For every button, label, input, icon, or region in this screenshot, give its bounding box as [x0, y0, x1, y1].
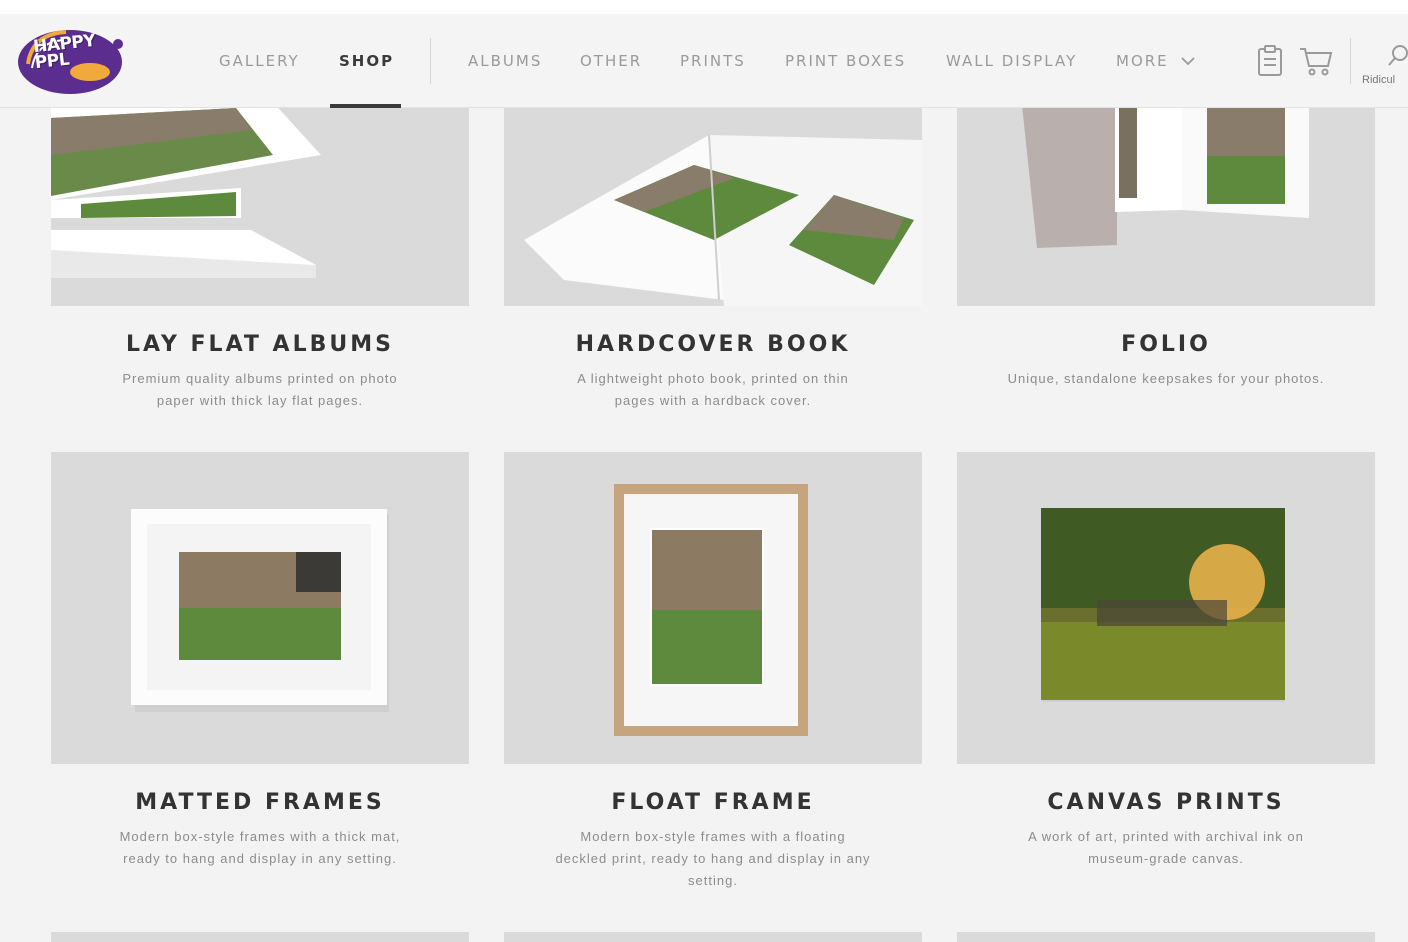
- nav-divider: [430, 38, 431, 84]
- nav-prints[interactable]: PRINTS: [680, 52, 746, 70]
- nav-print-boxes[interactable]: PRINT BOXES: [785, 52, 906, 70]
- description-line: Modern box-style frames with a thick mat…: [119, 829, 401, 844]
- description-line: ready to hang and display in any setting…: [123, 851, 397, 866]
- site-header: HAPPY PPL GALLERY SHOP ALBUMS OTHER PRIN…: [0, 14, 1408, 108]
- cart-icon[interactable]: [1298, 44, 1334, 78]
- nav-more-label: MORE: [1116, 52, 1169, 70]
- logo-text: HAPPY PPL: [32, 31, 97, 73]
- description-line: Premium quality albums printed on photo: [122, 371, 398, 386]
- nav-albums[interactable]: ALBUMS: [468, 52, 542, 70]
- chevron-down-icon: [1181, 57, 1196, 66]
- description-line: Modern box-style frames with a floating: [580, 829, 846, 844]
- active-tab-indicator: [330, 104, 401, 108]
- product-title[interactable]: CANVAS PRINTS: [957, 790, 1375, 815]
- product-description: Modern box-style frames with a floating …: [504, 826, 922, 892]
- search-icon[interactable]: [1388, 44, 1408, 68]
- happy-ppl-logo[interactable]: HAPPY PPL: [18, 24, 128, 96]
- nav-shop[interactable]: SHOP: [339, 52, 394, 70]
- description-line: deckled print, ready to hang and display…: [555, 851, 871, 866]
- clipboard-icon[interactable]: [1256, 44, 1284, 78]
- product-title[interactable]: LAY FLAT ALBUMS: [51, 332, 469, 357]
- product-description: Unique, standalone keepsakes for your ph…: [957, 368, 1375, 390]
- product-description: Premium quality albums printed on photo …: [51, 368, 469, 412]
- nav-gallery[interactable]: GALLERY: [219, 52, 300, 70]
- nav-divider: [1350, 38, 1351, 84]
- product-title[interactable]: HARDCOVER BOOK: [504, 332, 922, 357]
- folio-photo-icon: [1022, 105, 1309, 248]
- nav-other[interactable]: OTHER: [580, 52, 642, 70]
- product-image-partial[interactable]: [957, 932, 1375, 942]
- description-line: museum-grade canvas.: [1088, 851, 1244, 866]
- product-title[interactable]: MATTED FRAMES: [51, 790, 469, 815]
- product-image-partial[interactable]: [504, 932, 922, 942]
- product-description: A lightweight photo book, printed on thi…: [504, 368, 922, 412]
- canvas-prints-image[interactable]: [957, 452, 1375, 764]
- product-title[interactable]: FOLIO: [957, 332, 1375, 357]
- lay-flat-albums-image[interactable]: [51, 100, 469, 306]
- description-line: setting.: [688, 873, 738, 888]
- product-description: A work of art, printed with archival ink…: [957, 826, 1375, 870]
- search-label[interactable]: Ridicul: [1362, 74, 1395, 86]
- description-line: paper with thick lay flat pages.: [156, 393, 364, 408]
- description-line: A work of art, printed with archival ink…: [1028, 829, 1304, 844]
- album-photo-icon: [51, 100, 321, 278]
- description-line: Unique, standalone keepsakes for your ph…: [1007, 371, 1325, 386]
- matted-frames-image[interactable]: [51, 452, 469, 764]
- folio-image[interactable]: [957, 100, 1375, 306]
- nav-more[interactable]: MORE: [1116, 52, 1196, 70]
- hardcover-book-image[interactable]: [504, 100, 922, 306]
- product-title[interactable]: FLOAT FRAME: [504, 790, 922, 815]
- float-frame-image[interactable]: [504, 452, 922, 764]
- product-image-partial[interactable]: [51, 932, 469, 942]
- float-frame-icon: [614, 484, 808, 736]
- description-line: pages with a hardback cover.: [614, 393, 812, 408]
- matted-frame-icon: [131, 509, 389, 712]
- canvas-print-icon: [1041, 508, 1285, 702]
- product-description: Modern box-style frames with a thick mat…: [51, 826, 469, 870]
- description-line: A lightweight photo book, printed on thi…: [577, 371, 849, 386]
- top-strip: [0, 0, 1408, 14]
- nav-wall-display[interactable]: WALL DISPLAY: [946, 52, 1077, 70]
- book-photo-icon: [524, 134, 922, 306]
